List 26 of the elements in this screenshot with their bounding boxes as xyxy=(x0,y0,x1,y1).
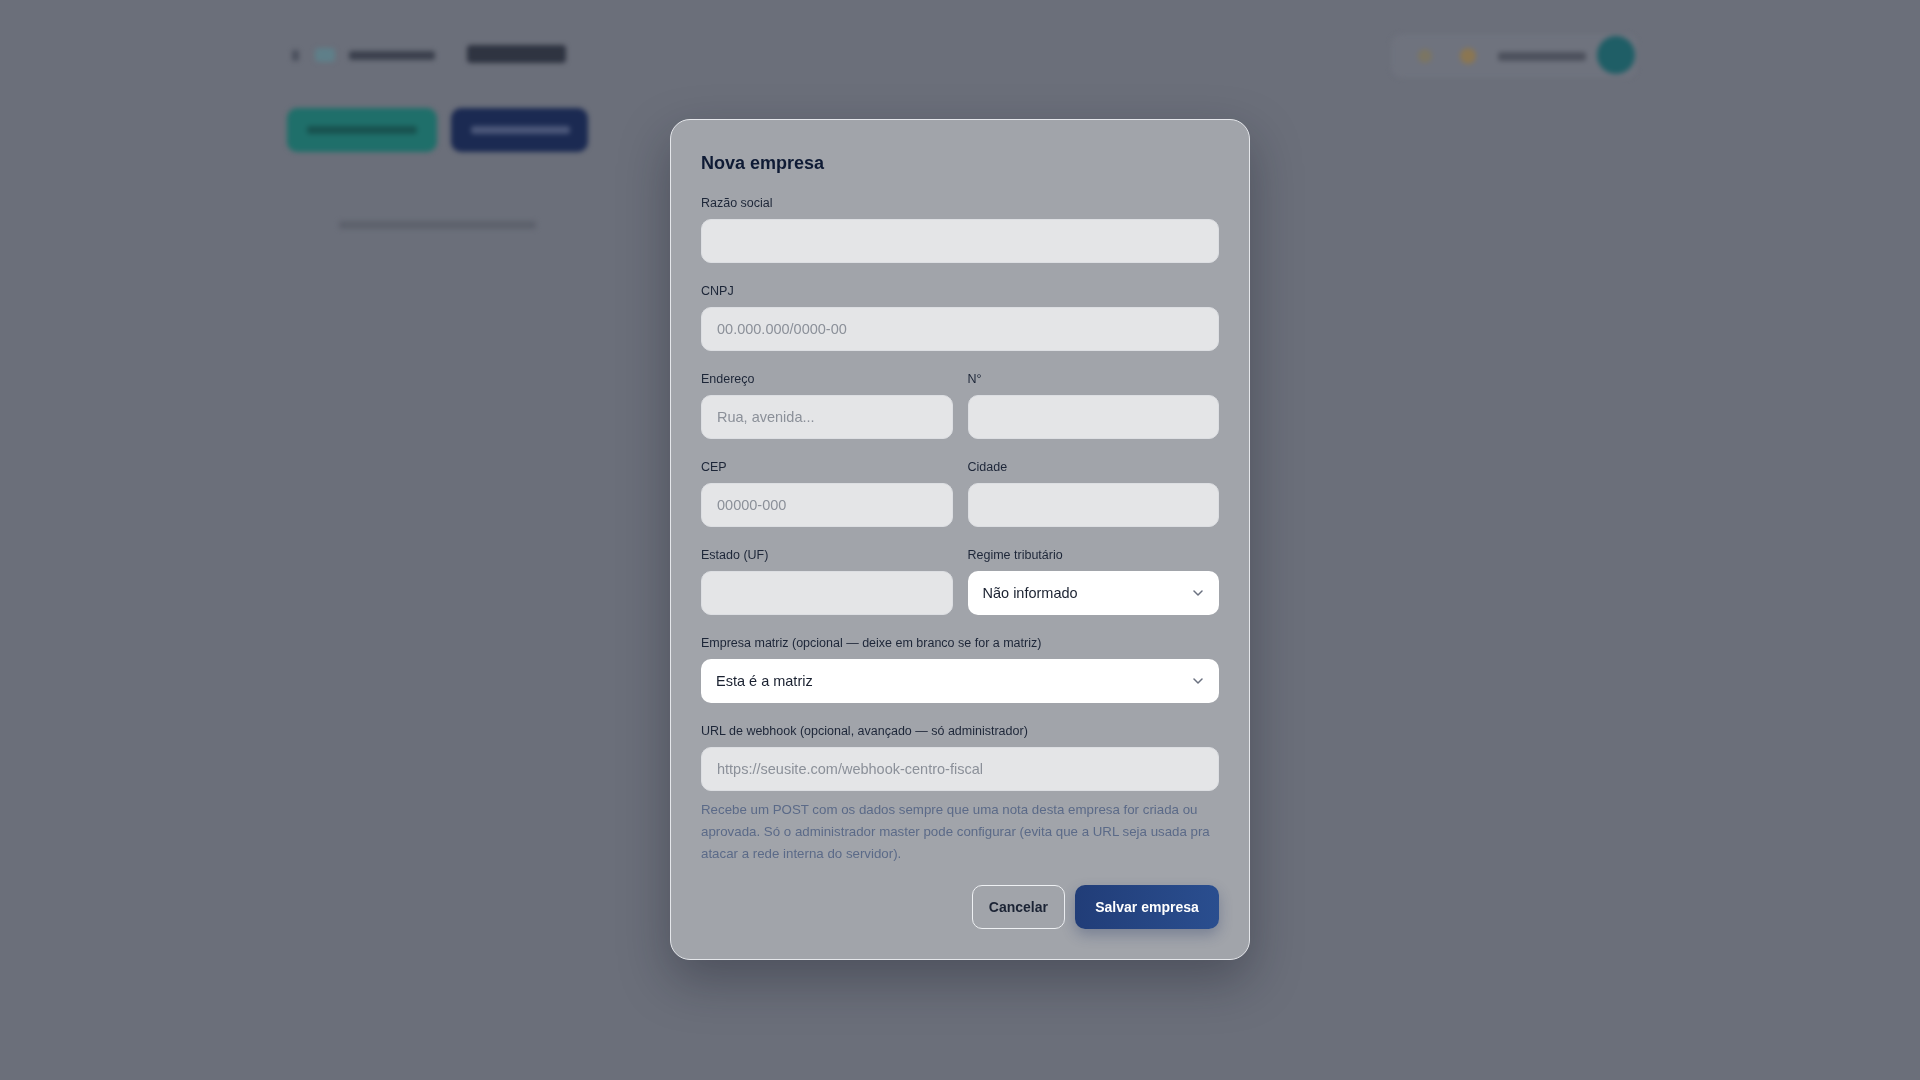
field-label: CNPJ xyxy=(701,283,735,299)
dropdown-select[interactable]: Não informado xyxy=(967,571,1219,615)
text-input[interactable]: 00.000.000/0000-00 xyxy=(701,307,1219,351)
field-label: Cidade xyxy=(967,459,1009,475)
dropdown-select[interactable]: Esta é a matriz xyxy=(701,659,1219,703)
text-input[interactable]: Rua, avenida... xyxy=(701,395,953,439)
chevron-down-icon xyxy=(1193,678,1203,684)
field-label: Endereço xyxy=(701,371,756,387)
text-input[interactable] xyxy=(701,219,1219,263)
field-label: Empresa matriz (opcional — deixe em branco se for a matriz) xyxy=(701,635,1043,651)
field-label: Razão social xyxy=(701,195,774,211)
text-input[interactable] xyxy=(701,571,953,615)
field-label: Regime tributário xyxy=(967,547,1064,563)
help-text: Recebe um POST com os dados sempre que uma nota desta empresa for criada ou aprovada. Só o administrador master pode configurar (evita que a URL seja usada pra atacar a rede interna do servidor). xyxy=(701,801,1211,863)
text-input[interactable]: 00000-000 xyxy=(701,483,953,527)
chevron-down-icon xyxy=(1193,590,1203,596)
field-label: CEP xyxy=(701,459,728,475)
field-label: Estado (UF) xyxy=(701,547,770,563)
text-input[interactable]: https://seusite.com/webhook-centro-fiscal xyxy=(701,747,1219,791)
dialog-title: Nova empresa xyxy=(701,152,826,175)
save-button[interactable]: Salvar empresa xyxy=(1075,885,1219,929)
field-label: URL de webhook (opcional, avançado — só administrador) xyxy=(701,723,1029,739)
text-input[interactable] xyxy=(967,395,1219,439)
field-label: N° xyxy=(967,371,983,387)
text-input[interactable] xyxy=(967,483,1219,527)
cancel-button[interactable]: Cancelar xyxy=(971,885,1065,929)
